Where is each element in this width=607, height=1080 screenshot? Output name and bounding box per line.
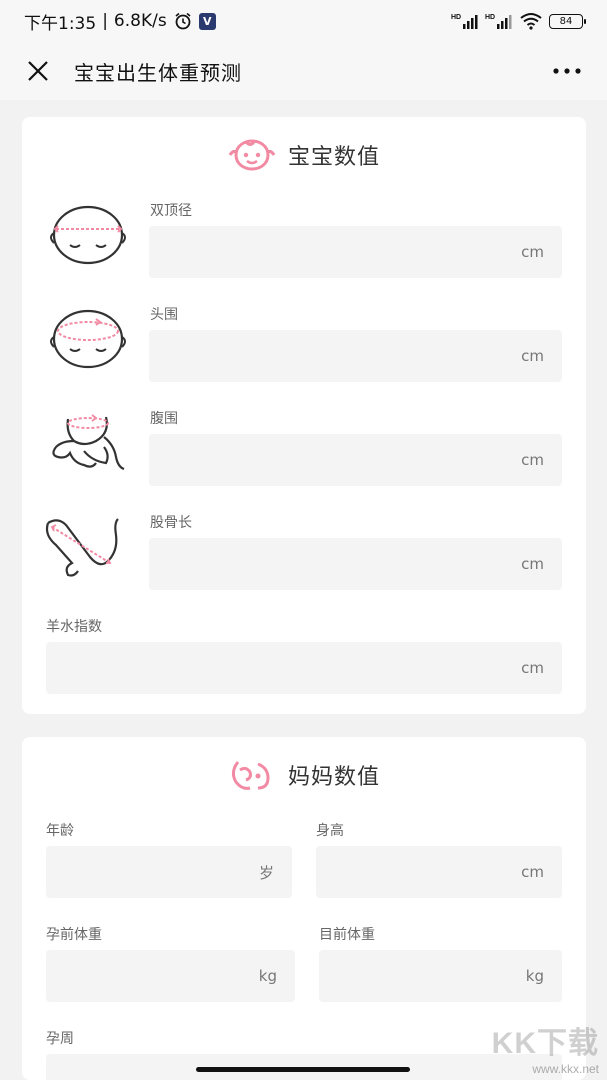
femur-length-illustration — [45, 518, 119, 577]
abdominal-circumference-illustration — [52, 414, 125, 471]
close-button[interactable] — [20, 53, 56, 89]
amniotic-index-input[interactable] — [46, 642, 522, 694]
status-bar: 下午1:35 | 6.8K/s V HD HD 84 — [0, 0, 607, 42]
age-input[interactable] — [46, 846, 259, 898]
unit-label: cm — [521, 555, 544, 573]
pre-pregnancy-weight-input[interactable] — [46, 950, 259, 1002]
unit-label: cm — [521, 243, 544, 261]
alarm-icon — [173, 11, 193, 31]
watermark-url: www.kkx.net — [532, 1062, 599, 1076]
more-button[interactable] — [549, 53, 585, 89]
head-circumference-illustration — [50, 309, 126, 369]
mom-icon — [231, 761, 270, 790]
status-right: HD HD 84 — [451, 12, 586, 30]
field-label-age: 年龄 — [46, 823, 74, 839]
field-label-current-weight: 目前体重 — [319, 927, 375, 943]
field-label-amniotic-index: 羊水指数 — [46, 619, 102, 635]
field-label-pre-pregnancy-weight: 孕前体重 — [46, 927, 102, 943]
home-indicator[interactable] — [196, 1067, 410, 1072]
status-separator: | — [102, 11, 108, 31]
hd-signal-icon: HD — [485, 12, 513, 30]
femur-length-input[interactable] — [149, 538, 522, 590]
abdominal-circumference-input[interactable] — [149, 434, 522, 486]
field-label-femur-length: 股骨长 — [150, 515, 192, 531]
biparietal-field[interactable]: cm — [149, 226, 562, 278]
baby-section-header: 宝宝数值 — [22, 135, 586, 175]
mom-section-title: 妈妈数值 — [287, 765, 380, 790]
unit-label: cm — [521, 659, 544, 677]
watermark: KK下载 www.kkx.net — [492, 1018, 599, 1076]
field-label-biparietal: 双顶径 — [150, 203, 192, 219]
status-time: 下午1:35 — [24, 13, 97, 34]
mom-section-header: 妈妈数值 — [22, 755, 586, 795]
svg-text:HD: HD — [451, 14, 461, 21]
baby-face-icon — [228, 139, 276, 171]
height-field[interactable]: cm — [310, 846, 562, 898]
head-width-illustration — [50, 205, 126, 265]
unit-label: kg — [258, 967, 277, 985]
page-title: 宝宝出生体重预测 — [74, 60, 242, 85]
pre-pregnancy-weight-field[interactable]: kg — [46, 950, 295, 1002]
unit-label: cm — [521, 451, 544, 469]
status-left: 下午1:35 | 6.8K/s V — [24, 9, 216, 34]
age-field[interactable]: 岁 — [46, 846, 292, 898]
amniotic-index-field[interactable]: cm — [46, 642, 562, 694]
head-circumference-input[interactable] — [149, 330, 522, 382]
more-icon — [553, 68, 581, 74]
wifi-icon — [519, 12, 543, 30]
field-label-gestational-week: 孕周 — [46, 1031, 74, 1047]
nav-bar: 宝宝出生体重预测 — [0, 42, 607, 100]
unit-label: kg — [525, 967, 544, 985]
height-input[interactable] — [310, 846, 522, 898]
baby-values-card: 宝宝数值 双顶径 cm 头围 cm 腹围 cm 股骨长 cm 羊水指数 cm — [22, 117, 586, 714]
femur-length-field[interactable]: cm — [149, 538, 562, 590]
unit-label: 岁 — [258, 863, 274, 882]
field-label-height: 身高 — [316, 823, 344, 839]
vpn-icon: V — [198, 12, 216, 30]
watermark-logo: KK下载 — [491, 1027, 599, 1060]
field-label-abdominal-circumference: 腹围 — [150, 411, 178, 427]
current-weight-field[interactable]: kg — [314, 950, 562, 1002]
close-icon — [28, 61, 48, 81]
biparietal-input[interactable] — [149, 226, 522, 278]
baby-section-title: 宝宝数值 — [287, 145, 380, 170]
abdominal-circumference-field[interactable]: cm — [149, 434, 562, 486]
unit-label: cm — [521, 347, 544, 365]
head-circumference-field[interactable]: cm — [149, 330, 562, 382]
status-net-speed: 6.8K/s — [113, 11, 167, 31]
svg-text:HD: HD — [485, 14, 495, 21]
current-weight-input[interactable] — [314, 950, 526, 1002]
unit-label: cm — [521, 863, 544, 881]
battery-icon: 84 — [549, 13, 586, 29]
field-label-head-circumference: 头围 — [150, 307, 178, 323]
hd-signal-icon: HD — [451, 12, 479, 30]
